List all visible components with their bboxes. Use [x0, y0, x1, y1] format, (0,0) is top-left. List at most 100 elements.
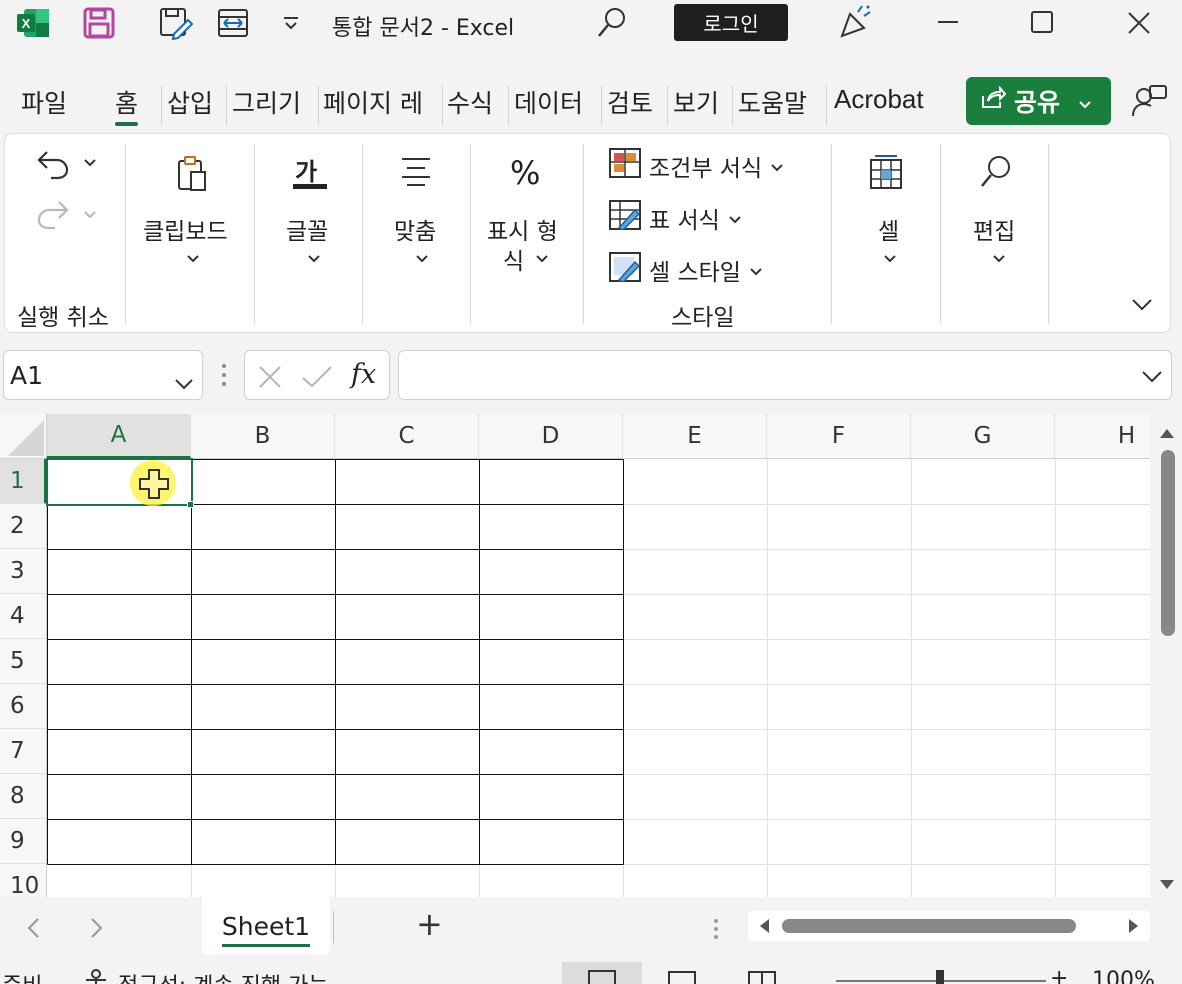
insert-function-button[interactable]: fx — [351, 359, 376, 390]
comments-icon[interactable] — [1130, 82, 1168, 120]
maximize-icon[interactable] — [1030, 10, 1054, 34]
page-break-view-icon[interactable] — [748, 970, 776, 984]
tab-file[interactable]: 파일 — [21, 84, 67, 120]
clipboard-label[interactable]: 클립보드 — [143, 212, 228, 246]
number-format-label-line1[interactable]: 표시 형 — [487, 212, 558, 246]
vertical-scroll-thumb[interactable] — [1161, 450, 1175, 636]
cells-icon[interactable] — [869, 154, 903, 190]
row-header-8[interactable]: 8 — [0, 774, 47, 819]
page-layout-view-icon[interactable] — [668, 970, 696, 984]
scroll-down-arrow-icon[interactable] — [1159, 876, 1175, 895]
clipboard-chevron-icon[interactable] — [186, 252, 200, 268]
tab-insert[interactable]: 삽입 — [167, 84, 213, 120]
cell-styles-button[interactable]: 셀 스타일 — [609, 252, 763, 288]
conditional-formatting-button[interactable]: 조건부 서식 — [609, 148, 784, 184]
row-header-3[interactable]: 3 — [0, 549, 47, 594]
undo-icon[interactable] — [35, 146, 71, 182]
number-format-icon[interactable]: % — [510, 154, 540, 192]
save-as-icon[interactable] — [158, 6, 194, 40]
cancel-icon[interactable] — [257, 364, 283, 394]
name-box-chevron-icon[interactable] — [174, 369, 194, 398]
vertical-scrollbar[interactable] — [1150, 414, 1182, 897]
zoom-level[interactable]: 100% — [1092, 968, 1155, 984]
normal-view-button[interactable] — [562, 962, 642, 984]
zoom-in-icon[interactable]: + — [1050, 966, 1068, 984]
select-all-corner[interactable] — [0, 414, 47, 459]
column-header-e[interactable]: E — [623, 414, 767, 459]
alignment-label[interactable]: 맞춤 — [394, 212, 436, 246]
horizontal-scroll-thumb[interactable] — [782, 919, 1076, 933]
tab-formulas[interactable]: 수식 — [447, 84, 493, 120]
editing-label[interactable]: 편집 — [973, 212, 1015, 246]
tab-help[interactable]: 도움말 — [738, 84, 807, 120]
fill-handle[interactable] — [187, 501, 194, 508]
minimize-icon[interactable] — [932, 10, 964, 34]
redo-icon[interactable] — [35, 196, 71, 232]
cells-chevron-icon[interactable] — [883, 252, 897, 268]
font-chevron-icon[interactable] — [307, 252, 321, 268]
font-icon[interactable]: 가 — [295, 152, 317, 187]
column-header-f[interactable]: F — [767, 414, 911, 459]
column-header-d[interactable]: D — [479, 414, 623, 459]
add-sheet-button[interactable]: + — [416, 905, 443, 943]
column-header-b[interactable]: B — [191, 414, 335, 459]
font-label[interactable]: 글꼴 — [286, 212, 328, 246]
row-header-1[interactable]: 1 — [0, 459, 47, 504]
prev-sheet-arrow-icon[interactable] — [26, 917, 40, 943]
editing-search-icon[interactable] — [979, 154, 1013, 190]
name-box[interactable]: A1 — [3, 350, 203, 400]
share-button[interactable]: 공유 — [966, 77, 1111, 125]
sheet-tab-sheet1[interactable]: Sheet1 — [202, 897, 330, 955]
row-header-4[interactable]: 4 — [0, 594, 47, 639]
column-header-c[interactable]: C — [335, 414, 479, 459]
number-format-chevron-icon[interactable] — [535, 252, 549, 268]
cells-label[interactable]: 셀 — [878, 212, 899, 246]
scroll-right-arrow-icon[interactable] — [1128, 918, 1140, 938]
undo-dropdown-chevron-icon[interactable] — [83, 156, 97, 172]
row-header-2[interactable]: 2 — [0, 504, 47, 549]
column-header-a[interactable]: A — [47, 414, 191, 459]
fit-width-icon[interactable] — [217, 7, 249, 39]
tab-home[interactable]: 홈 — [115, 84, 139, 126]
alignment-chevron-icon[interactable] — [415, 252, 429, 268]
editing-chevron-icon[interactable] — [992, 252, 1006, 268]
close-icon[interactable] — [1126, 10, 1152, 36]
row-header-10[interactable]: 10 — [0, 864, 47, 897]
alignment-icon[interactable] — [399, 156, 433, 186]
column-header-g[interactable]: G — [911, 414, 1055, 459]
accessibility-status[interactable]: 접근성: 계속 진행 가능 — [118, 968, 329, 984]
row-header-6[interactable]: 6 — [0, 684, 47, 729]
row-header-7[interactable]: 7 — [0, 729, 47, 774]
number-format-label-line2[interactable]: 식 — [503, 242, 524, 276]
zoom-slider-thumb[interactable] — [936, 970, 944, 984]
row-header-5[interactable]: 5 — [0, 639, 47, 684]
tab-data[interactable]: 데이터 — [514, 84, 583, 120]
tab-review[interactable]: 검토 — [607, 84, 653, 120]
tab-view[interactable]: 보기 — [673, 84, 719, 120]
save-icon[interactable] — [82, 6, 116, 40]
tab-page-layout[interactable]: 페이지 레 — [323, 84, 441, 120]
next-sheet-arrow-icon[interactable] — [90, 917, 104, 943]
search-icon[interactable] — [596, 6, 628, 40]
format-as-table-button[interactable]: 표 서식 — [609, 200, 742, 236]
customize-toolbar-chevron-icon[interactable] — [282, 14, 300, 32]
enter-check-icon[interactable] — [301, 364, 333, 394]
clipboard-icon[interactable] — [175, 154, 209, 194]
accessibility-icon[interactable] — [84, 968, 108, 984]
zoom-out-icon[interactable] — [818, 972, 832, 984]
expand-formula-bar-chevron-icon[interactable] — [1141, 369, 1163, 388]
ribbon-expand-chevron-icon[interactable] — [1131, 298, 1153, 316]
tab-acrobat[interactable]: Acrobat — [834, 84, 924, 115]
login-button[interactable]: 로그인 — [674, 4, 788, 41]
tab-draw[interactable]: 그리기 — [232, 84, 301, 120]
column-header-h[interactable]: H — [1055, 414, 1150, 459]
row-header-9[interactable]: 9 — [0, 819, 47, 864]
scroll-up-arrow-icon[interactable] — [1159, 424, 1175, 443]
scroll-left-arrow-icon[interactable] — [758, 918, 770, 938]
formula-bar-splitter-icon[interactable] — [220, 362, 228, 392]
tab-splitter-icon[interactable] — [712, 917, 720, 945]
celebration-icon[interactable] — [836, 4, 874, 40]
horizontal-scrollbar[interactable] — [748, 911, 1150, 941]
formula-input[interactable] — [398, 350, 1172, 400]
redo-dropdown-chevron-icon[interactable] — [83, 208, 97, 224]
